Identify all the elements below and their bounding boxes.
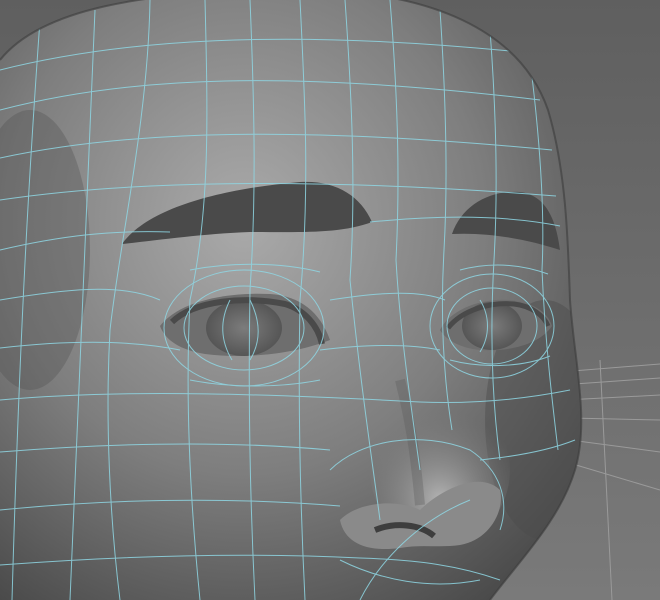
3d-viewport[interactable] — [0, 0, 660, 600]
head-mesh[interactable] — [0, 0, 605, 600]
right-eyeball — [206, 300, 282, 356]
viewport-scene[interactable] — [0, 0, 660, 600]
